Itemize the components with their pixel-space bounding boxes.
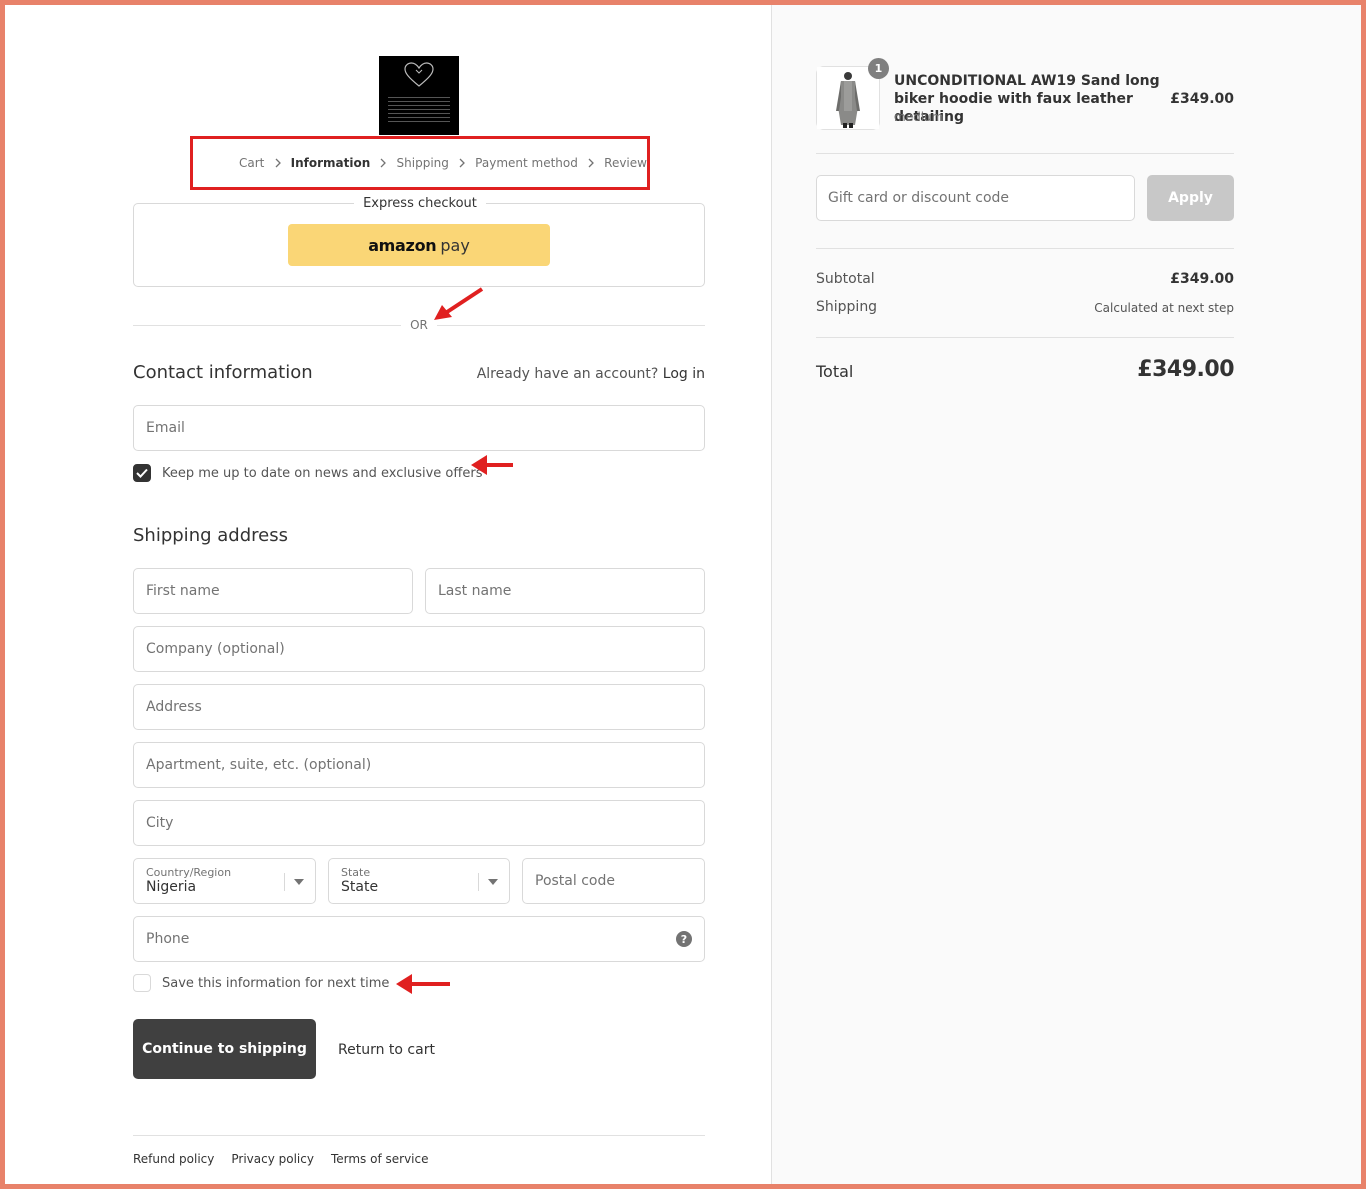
phone-input[interactable]: [146, 917, 692, 961]
refund-policy-link[interactable]: Refund policy: [133, 1152, 214, 1166]
country-label: Country/Region: [146, 866, 232, 879]
logo-text-lines: [388, 94, 450, 125]
account-prompt-text: Already have an account?: [476, 366, 659, 382]
company-field[interactable]: [133, 626, 705, 672]
shipping-label: Shipping: [816, 299, 878, 315]
city-field[interactable]: [133, 800, 705, 846]
save-info-option[interactable]: Save this information for next time: [133, 974, 389, 992]
caret-down-icon: [488, 879, 498, 885]
amazon-pay-button[interactable]: amazon pay: [288, 224, 550, 266]
total-label: Total: [816, 362, 854, 381]
save-info-checkbox[interactable]: [133, 974, 151, 992]
annotation-arrow-icon: [471, 455, 513, 475]
country-select[interactable]: Country/Region Nigeria: [133, 858, 316, 904]
screenshot-frame: Cart Information Shipping Payment method…: [5, 5, 1361, 1184]
last-name-field[interactable]: [425, 568, 705, 614]
quantity-badge: 1: [868, 58, 889, 79]
amazon-logo-text: amazon: [368, 235, 437, 255]
continue-to-shipping-button[interactable]: Continue to shipping: [133, 1019, 316, 1079]
caret-down-icon: [294, 879, 304, 885]
login-link[interactable]: Log in: [663, 366, 705, 382]
newsletter-option[interactable]: Keep me up to date on news and exclusive…: [133, 464, 482, 482]
amazon-pay-text: pay: [440, 235, 470, 255]
product-variant: medium: [894, 110, 944, 124]
discount-code-field[interactable]: [816, 175, 1135, 221]
email-field[interactable]: [133, 405, 705, 451]
express-checkout: Express checkout amazon pay: [133, 196, 705, 287]
address-input[interactable]: [146, 685, 692, 729]
country-value: Nigeria: [146, 879, 197, 895]
breadcrumb-review: Review: [604, 156, 647, 170]
help-question-icon[interactable]: ?: [676, 931, 692, 947]
city-input[interactable]: [146, 801, 692, 845]
breadcrumb: Cart Information Shipping Payment method…: [190, 136, 650, 190]
shipping-address-title: Shipping address: [133, 525, 288, 546]
product-thumbnail: 1: [816, 58, 889, 130]
order-summary: 1 UNCONDITIONAL AW19 Sand long biker hoo…: [771, 5, 1361, 1184]
shipping-value: Calculated at next step: [1094, 301, 1234, 315]
breadcrumb-payment-method: Payment method: [475, 156, 578, 170]
product-image: [817, 67, 879, 129]
apartment-field[interactable]: [133, 742, 705, 788]
breadcrumb-cart[interactable]: Cart: [239, 156, 264, 170]
product-price: £349.00: [1170, 91, 1234, 107]
chevron-right-icon: [458, 157, 466, 169]
privacy-policy-link[interactable]: Privacy policy: [231, 1152, 314, 1166]
breadcrumb-information: Information: [290, 156, 371, 170]
state-select[interactable]: State State: [328, 858, 510, 904]
summary-divider: [816, 337, 1234, 338]
return-to-cart-link[interactable]: Return to cart: [338, 1042, 435, 1058]
checkmark-icon: [136, 468, 148, 478]
apply-discount-button[interactable]: Apply: [1147, 175, 1234, 221]
email-input[interactable]: [146, 406, 692, 450]
summary-divider: [816, 153, 1234, 154]
state-value: State: [341, 879, 379, 895]
total-value: £349.00: [1137, 357, 1234, 382]
first-name-field[interactable]: [133, 568, 413, 614]
newsletter-label: Keep me up to date on news and exclusive…: [162, 465, 483, 481]
newsletter-checkbox[interactable]: [133, 464, 151, 482]
address-field[interactable]: [133, 684, 705, 730]
account-prompt: Already have an account? Log in: [475, 366, 705, 382]
contact-information-title: Contact information: [133, 362, 313, 383]
company-input[interactable]: [146, 627, 692, 671]
subtotal-label: Subtotal: [816, 271, 875, 287]
postal-code-input[interactable]: [535, 859, 692, 903]
first-name-input[interactable]: [146, 569, 400, 613]
breadcrumb-shipping: Shipping: [396, 156, 449, 170]
save-info-label: Save this information for next time: [162, 975, 390, 991]
last-name-input[interactable]: [438, 569, 692, 613]
state-label: State: [341, 866, 371, 879]
annotation-arrow-icon: [396, 974, 450, 994]
store-logo[interactable]: [379, 56, 459, 135]
summary-divider: [816, 248, 1234, 249]
terms-of-service-link[interactable]: Terms of service: [331, 1152, 429, 1166]
chevron-right-icon: [273, 157, 281, 169]
footer-links: Refund policy Privacy policy Terms of se…: [133, 1152, 446, 1166]
apartment-input[interactable]: [146, 743, 692, 787]
subtotal-value: £349.00: [1170, 271, 1234, 287]
chevron-right-icon: [379, 157, 387, 169]
checkout-main: Cart Information Shipping Payment method…: [5, 5, 771, 1184]
annotation-arrow-icon: [434, 287, 484, 320]
phone-field[interactable]: ?: [133, 916, 705, 962]
express-checkout-title: Express checkout: [354, 196, 486, 211]
footer-divider: [133, 1135, 705, 1136]
chevron-right-icon: [587, 157, 595, 169]
discount-code-input[interactable]: [828, 190, 1123, 206]
heart-logo-icon: [404, 62, 434, 87]
postal-code-field[interactable]: [522, 858, 705, 904]
